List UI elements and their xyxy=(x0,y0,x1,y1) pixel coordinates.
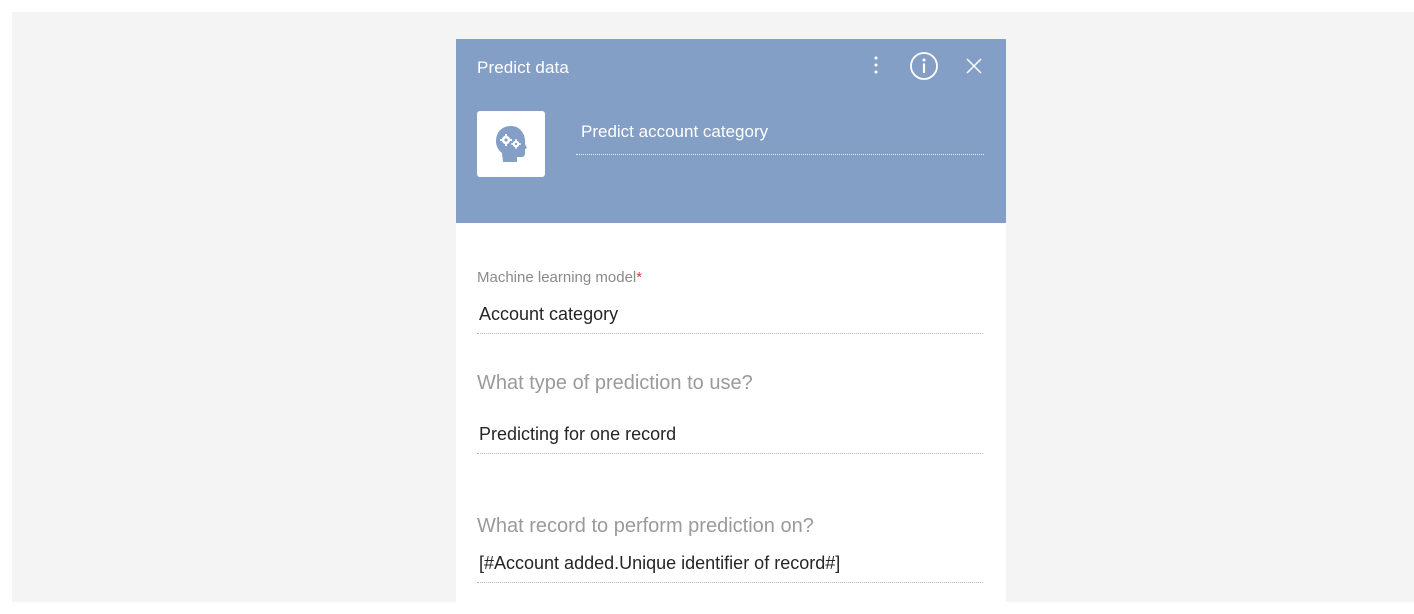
panel-header: Predict data Predict account category xyxy=(456,39,1006,223)
prediction-type-field[interactable]: Predicting for one record xyxy=(477,420,983,454)
required-mark: * xyxy=(636,269,643,286)
info-circle-icon[interactable] xyxy=(909,51,939,81)
panel-title: Predict data xyxy=(477,58,569,77)
vertical-dots-icon[interactable] xyxy=(868,52,884,78)
model-label-text: Machine learning model xyxy=(477,269,637,286)
record-field[interactable]: [#Account added.Unique identifier of rec… xyxy=(477,549,983,583)
prediction-type-label: What type of prediction to use? xyxy=(477,372,753,394)
model-field[interactable]: Account category xyxy=(477,300,983,334)
page-background: Predict data Predict account category Ma… xyxy=(12,12,1414,614)
close-icon[interactable] xyxy=(964,56,984,76)
model-label: Machine learning model* xyxy=(477,269,642,286)
head-gears-icon[interactable] xyxy=(477,111,545,177)
record-label: What record to perform prediction on? xyxy=(477,515,814,537)
predict-data-panel: Predict data Predict account category Ma… xyxy=(456,39,1006,614)
element-name-input[interactable]: Predict account category xyxy=(576,119,984,155)
